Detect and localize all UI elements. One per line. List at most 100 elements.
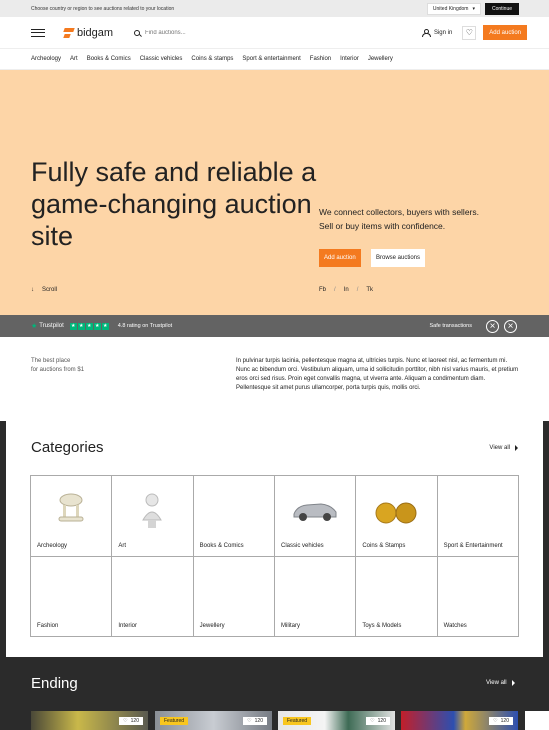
hero-section: Fully safe and reliable a game-changing … — [0, 70, 549, 315]
category-card-books-comics[interactable]: Books & Comics — [193, 476, 275, 557]
category-card-art[interactable]: Art — [112, 476, 194, 557]
like-button[interactable]: ♡ 120 — [489, 717, 513, 725]
arrow-down-icon: ↓ — [31, 287, 34, 293]
payment-badge-icon: × — [486, 319, 499, 333]
like-button[interactable]: ♡ 120 — [243, 717, 267, 725]
like-button[interactable]: ♡ 120 — [119, 717, 143, 725]
hero-tagline-line: Sell or buy items with confidence. — [319, 221, 446, 231]
nav-item-classic-vehicles[interactable]: Classic vehicles — [140, 56, 183, 62]
auction-card[interactable]: ♡ 120 — [31, 711, 148, 730]
trustpilot-label: Trustpilot — [39, 323, 64, 329]
search-bar — [134, 29, 422, 36]
payment-badge-icon: × — [504, 319, 517, 333]
auction-card[interactable]: Featured ♡ 120 — [278, 711, 395, 730]
ending-title: Ending — [31, 675, 78, 692]
rating-text: 4.8 rating on Trustpilot — [117, 323, 173, 329]
heart-icon: ♡ — [370, 718, 375, 724]
category-card-archeology[interactable]: Archeology — [31, 476, 113, 557]
safe-transactions-label: Safe transactions — [429, 323, 473, 329]
category-label: Classic vehicles — [281, 542, 324, 549]
star-icon: ★ — [85, 322, 93, 330]
scroll-indicator[interactable]: ↓ Scroll — [31, 287, 57, 293]
category-label: Books & Comics — [199, 542, 244, 549]
sign-in-link[interactable]: Sign in — [421, 29, 453, 37]
location-message: Choose country or region to see auctions… — [31, 5, 175, 12]
heart-icon: ♡ — [247, 718, 252, 724]
nav-item-jewellery[interactable]: Jewellery — [368, 56, 393, 62]
hero-tagline: We connect collectors, buyers with selle… — [319, 205, 479, 233]
nav-item-books-comics[interactable]: Books & Comics — [87, 56, 131, 62]
sign-in-label: Sign in — [433, 29, 453, 36]
like-count: 120 — [130, 718, 139, 724]
social-linkedin-link[interactable]: In — [344, 287, 349, 293]
star-icon: ★ — [69, 322, 77, 330]
ending-view-all-link[interactable]: View all — [486, 680, 515, 686]
category-label: Coins & Stamps — [362, 542, 406, 549]
menu-icon[interactable] — [31, 28, 45, 37]
location-banner: Choose country or region to see auctions… — [0, 0, 549, 17]
auction-card[interactable]: Featured ♡ 120 — [155, 711, 272, 730]
category-label: Jewellery — [199, 623, 225, 629]
category-card-interior[interactable]: Interior — [112, 556, 194, 637]
add-auction-button[interactable]: Add auction — [483, 25, 527, 40]
view-all-label: View all — [489, 445, 510, 451]
intro-heading: The best place for auctions from $1 — [31, 357, 84, 375]
country-value: United Kingdom — [432, 5, 469, 12]
category-card-watches[interactable]: Watches — [437, 556, 519, 637]
browse-auctions-button[interactable]: Browse auctions — [371, 249, 426, 267]
nav-item-archeology[interactable]: Archeology — [31, 56, 61, 62]
continue-button[interactable]: Continue — [484, 2, 519, 15]
nav-item-art[interactable]: Art — [70, 56, 78, 62]
category-card-military[interactable]: Military — [275, 556, 357, 637]
star-icon: ★ — [101, 322, 109, 330]
like-count: 120 — [254, 718, 263, 724]
search-input[interactable] — [145, 29, 265, 36]
scroll-label: Scroll — [42, 287, 58, 293]
like-button[interactable]: ♡ 120 — [366, 717, 390, 725]
social-facebook-link[interactable]: Fb — [319, 287, 326, 293]
like-count: 120 — [377, 718, 386, 724]
featured-badge: Featured — [283, 717, 312, 725]
auction-card[interactable]: ♡ 120 — [401, 711, 518, 730]
star-icon: ★ — [31, 323, 38, 330]
nav-item-coins-stamps[interactable]: Coins & stamps — [191, 56, 233, 62]
trust-bar: ★ Trustpilot ★ ★ ★ ★ ★ 4.8 rating on Tru… — [0, 315, 549, 337]
category-card-fashion[interactable]: Fashion — [31, 556, 113, 637]
intro-heading-line: for auctions from $1 — [31, 367, 85, 373]
search-icon[interactable] — [134, 29, 140, 36]
nav-item-sport-entertainment[interactable]: Sport & entertainment — [242, 56, 300, 62]
separator: / — [334, 287, 336, 293]
social-links: Fb / In / Tk — [319, 287, 373, 293]
nav-item-fashion[interactable]: Fashion — [310, 56, 331, 62]
category-label: Watches — [443, 623, 467, 629]
trustpilot-logo[interactable]: ★ Trustpilot — [31, 322, 64, 330]
category-card-jewellery[interactable]: Jewellery — [193, 556, 275, 637]
logo[interactable]: bidgam — [64, 27, 134, 39]
bust-image — [142, 493, 163, 528]
rating-stars: ★ ★ ★ ★ ★ — [69, 322, 109, 330]
country-select[interactable]: United Kingdom ▾ — [426, 2, 481, 15]
category-card-toys-models[interactable]: Toys & Models — [356, 556, 438, 637]
category-nav: Archeology Art Books & Comics Classic ve… — [0, 49, 549, 70]
coins-image — [375, 502, 417, 524]
nav-item-interior[interactable]: Interior — [340, 56, 359, 62]
category-card-coins-stamps[interactable]: Coins & Stamps — [356, 476, 438, 557]
auction-card[interactable] — [525, 711, 549, 730]
category-card-classic-vehicles[interactable]: Classic vehicles — [275, 476, 357, 557]
category-card-sport-entertainment[interactable]: Sport & Entertainment — [437, 476, 519, 557]
featured-badge: Featured — [160, 717, 189, 725]
social-tiktok-link[interactable]: Tk — [366, 287, 373, 293]
categories-view-all-link[interactable]: View all — [489, 445, 518, 451]
hero-add-auction-button[interactable]: Add auction — [319, 249, 361, 267]
user-icon — [421, 29, 431, 37]
logo-text: bidgam — [77, 26, 114, 39]
categories-section: Categories View all Archeology Art Books… — [6, 421, 543, 657]
category-label: Toys & Models — [362, 623, 402, 629]
chevron-right-icon — [515, 445, 518, 451]
chevron-right-icon — [511, 680, 515, 686]
skeleton-image — [58, 493, 84, 522]
heart-icon: ♡ — [123, 718, 128, 724]
category-label: Archeology — [37, 542, 68, 549]
intro-heading-line: The best place — [31, 358, 71, 364]
favorites-button[interactable]: ♡ — [462, 25, 477, 40]
